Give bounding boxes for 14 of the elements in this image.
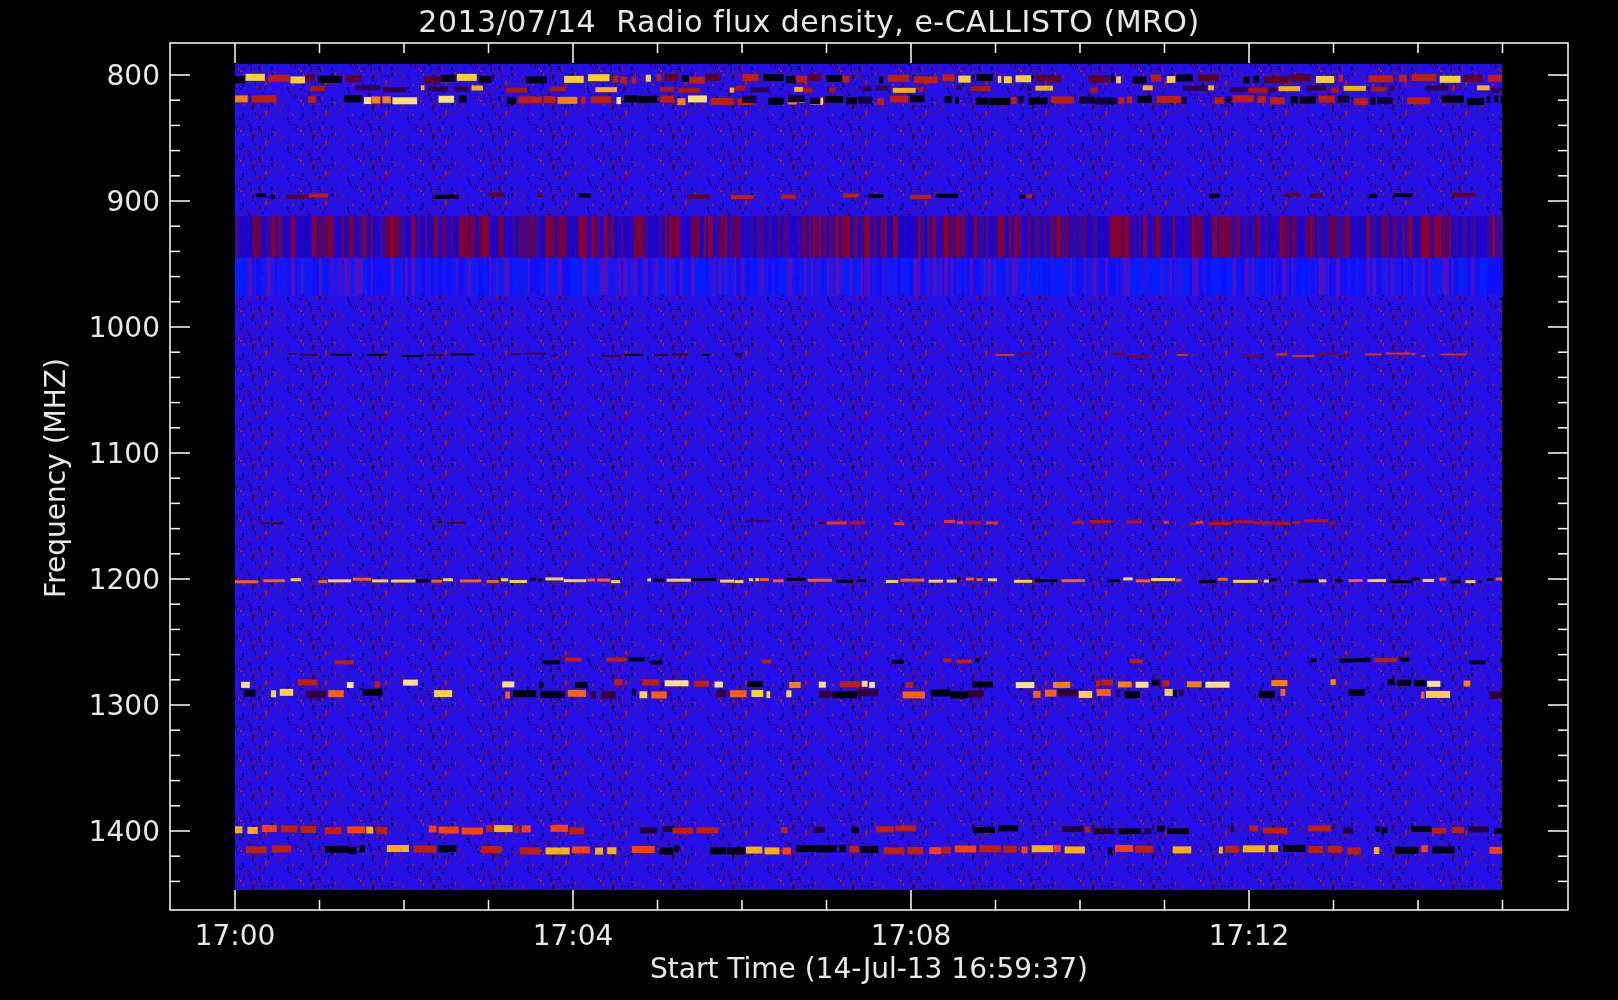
axis-title: Start Time (14-Jul-13 16:59:37) [650, 952, 1088, 985]
tick-label: 17:12 [1208, 919, 1290, 952]
tick-label: 1400 [88, 815, 160, 848]
tick-label: 1100 [88, 437, 160, 470]
tick-label: 900 [106, 185, 160, 218]
plot-title: 2013/07/14 Radio flux density, e-CALLISTO (MRO) [418, 2, 1200, 41]
tick-label: 1200 [88, 563, 160, 596]
tick-label: 17:08 [870, 919, 952, 952]
tick-label: 17:00 [194, 919, 276, 952]
tick-label: 1300 [88, 689, 160, 722]
axis-title: Frequency (MHZ) [39, 358, 72, 598]
tick-label: 1000 [88, 311, 160, 344]
tick-label: 800 [106, 59, 160, 92]
tick-label: 17:04 [532, 919, 614, 952]
